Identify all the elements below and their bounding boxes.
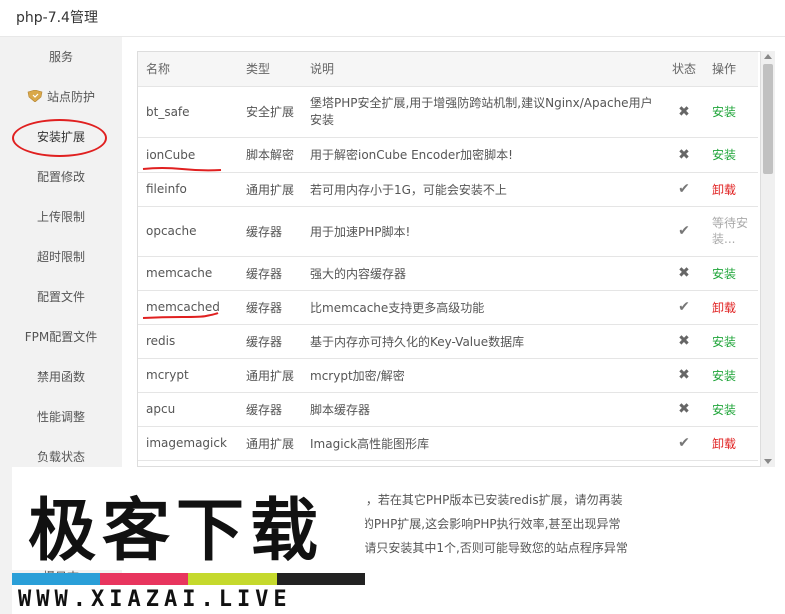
sidebar-item-session-config[interactable]: Session配置 xyxy=(0,477,122,517)
status-cross-icon: ✖ xyxy=(664,137,704,173)
note-item: Redis扩展仅支持一个PHP版本安装使用，若在其它PHP版本已安装redis扩… xyxy=(142,491,623,508)
scrollbar-thumb[interactable] xyxy=(763,64,773,174)
extensions-table-container: 名称 类型 说明 状态 操作 bt_safe 安全扩展 堡塔PHP安全扩展,用于… xyxy=(137,51,761,467)
ext-type: 通用扩展 xyxy=(238,426,302,461)
ext-name: redis xyxy=(138,324,238,359)
sidebar-item-config-file[interactable]: 配置文件 xyxy=(0,277,122,317)
sidebar-item-install-extensions[interactable]: 安装扩展 xyxy=(0,117,122,157)
ext-desc: Imagick高性能图形库 xyxy=(302,426,664,461)
install-button[interactable]: 安装 xyxy=(712,335,736,349)
ext-type: 通用扩展 xyxy=(238,172,302,207)
table-scrollbar[interactable] xyxy=(761,51,775,467)
col-header-name: 名称 xyxy=(138,52,238,87)
table-row: imagemagick 通用扩展 Imagick高性能图形库 ✔ 卸载 xyxy=(138,426,758,461)
install-button[interactable]: 安装 xyxy=(712,403,736,417)
uninstall-button[interactable]: 卸载 xyxy=(712,437,736,451)
sidebar: 服务 站点防护 安装扩展 配置修改 上传限制 超时限制 配置文件 FPM配置文件… xyxy=(0,37,122,614)
ext-name: opcache xyxy=(138,206,238,257)
sidebar-item-upload-limit[interactable]: 上传限制 xyxy=(0,197,122,237)
table-row: fileinfo 通用扩展 若可用内存小于1G，可能会安装不上 ✔ 卸载 xyxy=(138,172,758,207)
table-row: ionCube 脚本解密 用于解密ionCube Encoder加密脚本! ✖ … xyxy=(138,137,758,173)
sidebar-item-load-status[interactable]: 负载状态 xyxy=(0,437,122,477)
status-cross-icon: ✖ xyxy=(664,392,704,427)
sidebar-item-timeout-limit[interactable]: 超时限制 xyxy=(0,237,122,277)
ext-desc: 基于内存亦可持久化的Key-Value数据库 xyxy=(302,324,664,359)
install-button[interactable]: 安装 xyxy=(712,369,736,383)
ext-type: 脚本解密 xyxy=(238,137,302,173)
ext-type: 缓存器 xyxy=(238,290,302,325)
ext-desc: 比memcache支持更多高级功能 xyxy=(302,290,664,325)
status-check-icon: ✔ xyxy=(664,172,704,207)
sidebar-item-fpm-config[interactable]: FPM配置文件 xyxy=(0,317,122,357)
status-cross-icon: ✖ xyxy=(664,256,704,291)
table-row: opcache 缓存器 用于加速PHP脚本! ✔ 等待安装... xyxy=(138,206,758,257)
ext-desc: 若可用内存小于1G，可能会安装不上 xyxy=(302,172,664,207)
ext-type: 缓存器 xyxy=(238,324,302,359)
table-row: memcached 缓存器 比memcache支持更多高级功能 ✔ 卸载 xyxy=(138,290,758,325)
table-row: apcu 缓存器 脚本缓存器 ✖ 安装 xyxy=(138,392,758,427)
ext-type: 缓存器 xyxy=(238,206,302,257)
uninstall-button[interactable]: 卸载 xyxy=(712,301,736,315)
shield-icon xyxy=(27,90,43,102)
ext-type: 缓存器 xyxy=(238,392,302,427)
table-row: mcrypt 通用扩展 mcrypt加密/解密 ✖ 安装 xyxy=(138,358,758,393)
sidebar-item-performance[interactable]: 性能调整 xyxy=(0,397,122,437)
main-content: 名称 类型 说明 状态 操作 bt_safe 安全扩展 堡塔PHP安全扩展,用于… xyxy=(122,37,785,614)
ext-name: memcache xyxy=(138,256,238,291)
table-header-row: 名称 类型 说明 状态 操作 xyxy=(138,52,758,87)
window-title: php-7.4管理 xyxy=(16,10,98,26)
ext-type: 通用扩展 xyxy=(238,358,302,393)
ext-type: 缓存器 xyxy=(238,256,302,291)
window-titlebar: php-7.4管理 xyxy=(0,0,785,37)
ext-name: memcached xyxy=(138,290,238,325)
uninstall-button[interactable]: 卸载 xyxy=(712,183,736,197)
note-item: 请按实际需求安装扩展,不要安装不必要的PHP扩展,这会影响PHP执行效率,甚至出… xyxy=(142,515,620,532)
extensions-table: 名称 类型 说明 状态 操作 bt_safe 安全扩展 堡塔PHP安全扩展,用于… xyxy=(138,52,758,461)
status-cross-icon: ✖ xyxy=(664,324,704,359)
sidebar-item-log[interactable]: 日志 xyxy=(0,517,122,557)
status-check-icon: ✔ xyxy=(664,426,704,461)
status-check-icon: ✔ xyxy=(664,206,704,257)
install-button[interactable]: 安装 xyxy=(712,105,736,119)
col-header-desc: 说明 xyxy=(302,52,664,87)
sidebar-item-slow-log[interactable]: 慢日志 xyxy=(0,557,122,597)
ext-desc: 脚本缓存器 xyxy=(302,392,664,427)
col-header-op: 操作 xyxy=(704,52,758,87)
scroll-up-icon[interactable] xyxy=(764,54,772,59)
install-button[interactable]: 安装 xyxy=(712,148,736,162)
sidebar-item-disabled-functions[interactable]: 禁用函数 xyxy=(0,357,122,397)
col-header-type: 类型 xyxy=(238,52,302,87)
ext-desc: 堡塔PHP安全扩展,用于增强防跨站机制,建议Nginx/Apache用户安装 xyxy=(302,86,664,138)
ext-name: apcu xyxy=(138,392,238,427)
table-row: bt_safe 安全扩展 堡塔PHP安全扩展,用于增强防跨站机制,建议Nginx… xyxy=(138,86,758,138)
sidebar-item-site-protection[interactable]: 站点防护 xyxy=(0,77,122,117)
ext-name: imagemagick xyxy=(138,426,238,461)
table-row: redis 缓存器 基于内存亦可持久化的Key-Value数据库 ✖ 安装 xyxy=(138,324,758,359)
ext-name: mcrypt xyxy=(138,358,238,393)
status-cross-icon: ✖ xyxy=(664,86,704,138)
ext-name: fileinfo xyxy=(138,172,238,207)
note-item: opcache/xcache/apc等脚本缓存扩展,请只安装其中1个,否则可能导… xyxy=(142,539,628,556)
ext-desc: 强大的内容缓存器 xyxy=(302,256,664,291)
status-cross-icon: ✖ xyxy=(664,358,704,393)
status-check-icon: ✔ xyxy=(664,290,704,325)
ext-desc: 用于解密ionCube Encoder加密脚本! xyxy=(302,137,664,173)
ext-type: 安全扩展 xyxy=(238,86,302,138)
install-button[interactable]: 安装 xyxy=(712,267,736,281)
ext-desc: mcrypt加密/解密 xyxy=(302,358,664,393)
scroll-down-icon[interactable] xyxy=(764,459,772,464)
table-row: memcache 缓存器 强大的内容缓存器 ✖ 安装 xyxy=(138,256,758,291)
waiting-install-text: 等待安装... xyxy=(712,216,749,246)
col-header-status: 状态 xyxy=(664,52,704,87)
ext-name: ionCube xyxy=(138,137,238,173)
sidebar-item-config-edit[interactable]: 配置修改 xyxy=(0,157,122,197)
ext-desc: 用于加速PHP脚本! xyxy=(302,206,664,257)
ext-name: bt_safe xyxy=(138,86,238,138)
sidebar-item-service[interactable]: 服务 xyxy=(0,37,122,77)
